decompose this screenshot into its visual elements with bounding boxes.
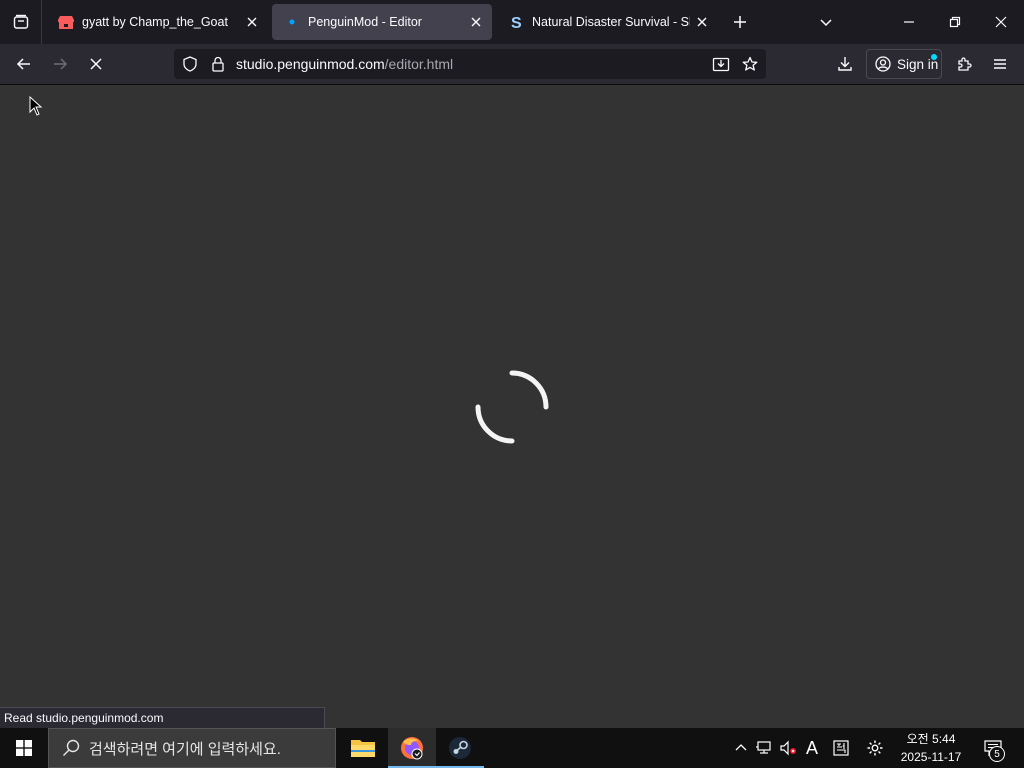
address-bar[interactable]: studio.penguinmod.com/editor.html [174, 49, 766, 79]
close-window-button[interactable] [978, 0, 1024, 44]
network-disconnected-icon [756, 741, 771, 754]
steam-icon [449, 737, 471, 759]
chevron-down-icon [820, 19, 832, 27]
tab-title: PenguinMod - Editor [308, 15, 422, 29]
arrow-left-icon [16, 58, 30, 70]
clock-time: 오전 5:44 [906, 732, 956, 746]
download-icon [838, 57, 852, 71]
lock-icon[interactable] [208, 54, 228, 74]
show-hidden-icons-button[interactable] [730, 728, 752, 768]
firefox-view-button[interactable] [0, 0, 42, 44]
restore-button[interactable] [932, 0, 978, 44]
taskbar-firefox[interactable] [388, 728, 436, 768]
firefox-icon [401, 737, 423, 760]
taskbar-search-box[interactable]: 검색하려면 여기에 입력하세요. [48, 728, 336, 768]
url-host: studio.penguinmod.com [236, 56, 385, 72]
windows-logo-icon [16, 740, 32, 756]
tab-penguinmod-editor[interactable]: PenguinMod - Editor [272, 4, 492, 40]
minimize-icon [904, 21, 914, 23]
restore-icon [949, 16, 961, 28]
notification-dot-icon [931, 54, 937, 60]
search-icon [61, 738, 81, 758]
firefox-view-icon [13, 14, 28, 29]
bookmark-star-icon[interactable] [740, 54, 760, 74]
hangul-ime-icon [833, 740, 849, 756]
chevron-up-icon [735, 744, 747, 751]
loading-dot-icon [284, 14, 300, 30]
windows-taskbar: 검색하려면 여기에 입력하세요. A 오전 5:44 2025-11-17 [0, 728, 1024, 768]
svg-text:S: S [511, 15, 522, 30]
minimize-button[interactable] [886, 0, 932, 44]
network-status[interactable] [752, 728, 776, 768]
list-all-tabs-button[interactable] [814, 10, 838, 34]
puzzle-piece-icon [958, 57, 972, 71]
taskbar-file-explorer[interactable] [339, 728, 387, 768]
tab-title: Natural Disaster Survival - Shk [532, 15, 690, 29]
tab-gyatt[interactable]: gyatt by Champ_the_Goat [46, 4, 268, 40]
volume-status[interactable] [776, 728, 800, 768]
taskbar-steam[interactable] [436, 728, 484, 768]
s-logo-icon: S [508, 14, 524, 30]
stop-button[interactable] [80, 49, 112, 79]
account-icon [875, 56, 891, 72]
close-tab-icon[interactable] [690, 10, 714, 34]
tab-natural-disaster-survival[interactable]: S Natural Disaster Survival - Shk [496, 4, 718, 40]
search-placeholder: 검색하려면 여기에 입력하세요. [89, 740, 281, 758]
taskbar-clock[interactable]: 오전 5:44 2025-11-17 [892, 730, 970, 766]
forward-button[interactable] [44, 49, 76, 79]
file-explorer-icon [351, 740, 375, 757]
url-text[interactable]: studio.penguinmod.com/editor.html [236, 56, 453, 72]
stop-x-icon [90, 58, 102, 70]
tracking-protection-shield-icon[interactable] [180, 54, 200, 74]
page-content: Read studio.penguinmod.com [0, 85, 1024, 728]
status-panel: Read studio.penguinmod.com [0, 707, 325, 728]
new-tab-button[interactable] [728, 10, 752, 34]
speaker-muted-icon [780, 740, 796, 756]
downloads-button[interactable] [829, 49, 861, 79]
notification-count-badge: 5 [989, 746, 1005, 762]
settings-tray-button[interactable] [862, 728, 888, 768]
install-page-icon[interactable] [711, 54, 731, 74]
sign-in-button[interactable]: Sign in [866, 49, 942, 79]
hamburger-menu-icon [994, 59, 1006, 69]
arrow-right-icon [54, 58, 68, 70]
navigation-toolbar: studio.penguinmod.com/editor.html Sign i… [0, 44, 1024, 85]
loading-spinner-icon [475, 370, 549, 444]
close-icon [995, 16, 1007, 28]
tab-strip: gyatt by Champ_the_Goat PenguinMod - Edi… [0, 0, 1024, 44]
tab-title: gyatt by Champ_the_Goat [82, 15, 228, 29]
gear-icon [867, 740, 883, 756]
start-button[interactable] [0, 728, 48, 768]
input-language-indicator[interactable]: A [800, 728, 824, 768]
back-button[interactable] [8, 49, 40, 79]
close-tab-icon[interactable] [464, 10, 488, 34]
ime-mode-button[interactable] [828, 728, 854, 768]
extensions-button[interactable] [948, 49, 980, 79]
plus-icon [734, 16, 746, 28]
application-menu-button[interactable] [984, 49, 1016, 79]
itch-icon [58, 14, 74, 30]
clock-date: 2025-11-17 [900, 750, 962, 764]
close-tab-icon[interactable] [240, 10, 264, 34]
url-path: /editor.html [384, 56, 454, 72]
mouse-cursor-icon [29, 96, 43, 116]
